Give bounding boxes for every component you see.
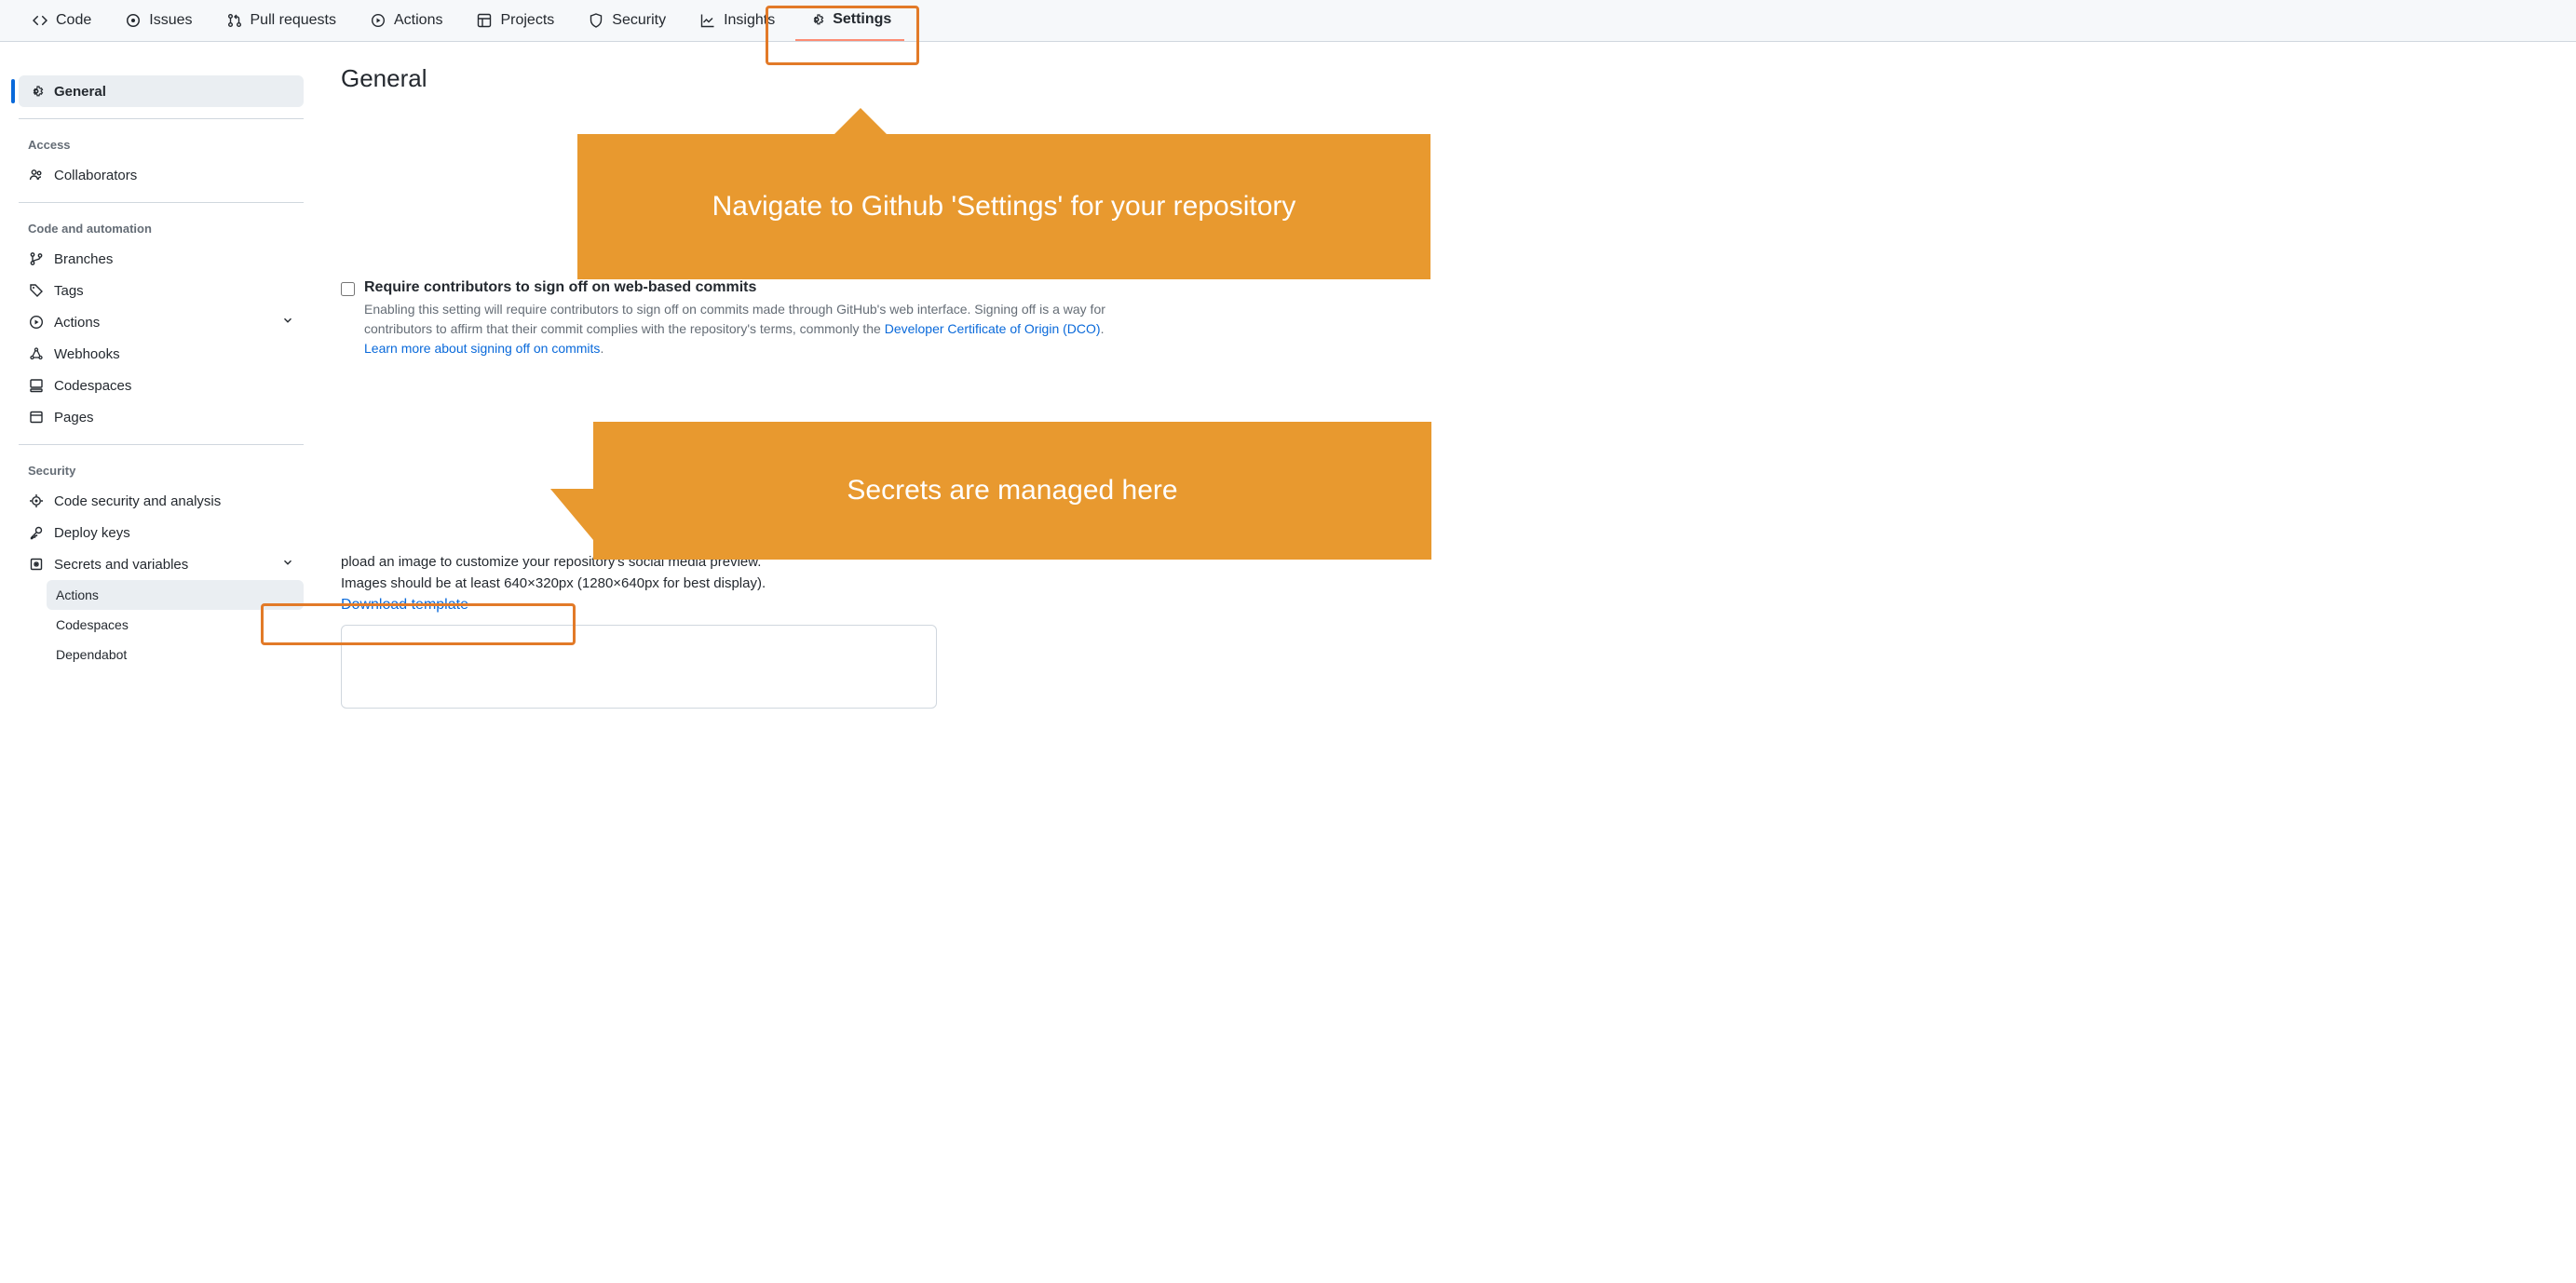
sidebar-item-webhooks[interactable]: Webhooks (19, 338, 304, 370)
tab-label: Pull requests (251, 12, 337, 29)
sidebar-item-label: Secrets and variables (54, 557, 188, 573)
tab-insights[interactable]: Insights (686, 0, 788, 41)
tab-code[interactable]: Code (19, 0, 104, 41)
gear-icon (28, 83, 45, 100)
tab-security[interactable]: Security (575, 0, 679, 41)
scan-icon (28, 493, 45, 509)
tab-label: Settings (833, 11, 891, 28)
pr-icon (226, 12, 243, 29)
social-preview-dims: Images should be at least 640×320px (128… (341, 575, 2557, 591)
sidebar-item-label: Codespaces (54, 378, 131, 394)
sidebar-item-deploy-keys[interactable]: Deploy keys (19, 517, 304, 548)
play-circle-icon (28, 314, 45, 331)
social-preview-upload[interactable] (341, 625, 937, 709)
repo-topnav: Code Issues Pull requests Actions Projec… (0, 0, 2576, 42)
download-template-link[interactable]: Download template (341, 597, 468, 613)
sidebar-item-label: Deploy keys (54, 525, 130, 541)
sidebar-item-general[interactable]: General (19, 75, 304, 107)
sidebar-item-collaborators[interactable]: Collaborators (19, 159, 304, 191)
tab-label: Insights (724, 12, 775, 29)
tab-issues[interactable]: Issues (112, 0, 205, 41)
sidebar-item-codespaces[interactable]: Codespaces (19, 370, 304, 401)
tab-label: Actions (394, 12, 442, 29)
issue-icon (125, 12, 142, 29)
graph-icon (699, 12, 716, 29)
sidebar-group-title: Security (19, 456, 304, 485)
tab-actions[interactable]: Actions (357, 0, 455, 41)
sidebar-item-label: Branches (54, 251, 113, 267)
secret-icon (28, 556, 45, 573)
signoff-learn-more-link[interactable]: Learn more about signing off on commits (364, 341, 600, 356)
sidebar-item-label: Webhooks (54, 346, 120, 362)
sidebar-item-tags[interactable]: Tags (19, 275, 304, 306)
play-icon (370, 12, 386, 29)
tab-pull-requests[interactable]: Pull requests (213, 0, 350, 41)
settings-sidebar: General Access Collaborators Code and au… (19, 64, 326, 709)
code-icon (32, 12, 48, 29)
sidebar-item-label: Dependabot (56, 647, 127, 662)
sidebar-item-code-security[interactable]: Code security and analysis (19, 485, 304, 517)
annotation-callout-settings: Navigate to Github 'Settings' for your r… (577, 134, 1430, 279)
tab-label: Issues (149, 12, 192, 29)
tab-label: Security (612, 12, 666, 29)
key-icon (28, 524, 45, 541)
sidebar-group-title: Access (19, 130, 304, 159)
sidebar-item-label: Code security and analysis (54, 493, 221, 509)
sidebar-item-label: Collaborators (54, 168, 137, 183)
people-icon (28, 167, 45, 183)
chevron-down-icon (281, 556, 294, 573)
sidebar-item-branches[interactable]: Branches (19, 243, 304, 275)
signoff-label: Require contributors to sign off on web-… (364, 279, 1137, 296)
shield-icon (588, 12, 604, 29)
dco-link[interactable]: Developer Certificate of Origin (DCO) (885, 321, 1101, 336)
codespace-icon (28, 377, 45, 394)
tab-label: Projects (500, 12, 554, 29)
sidebar-item-label: Actions (56, 587, 99, 602)
branch-icon (28, 250, 45, 267)
sidebar-item-label: Codespaces (56, 617, 129, 632)
sidebar-item-label: Pages (54, 410, 94, 425)
tab-settings[interactable]: Settings (795, 0, 904, 41)
signoff-checkbox[interactable] (341, 282, 355, 296)
tab-projects[interactable]: Projects (463, 0, 567, 41)
sidebar-item-pages[interactable]: Pages (19, 401, 304, 433)
sidebar-item-label: Actions (54, 315, 100, 331)
sidebar-item-label: General (54, 84, 106, 100)
sidebar-subitem-actions[interactable]: Actions (47, 580, 304, 610)
tab-label: Code (56, 12, 91, 29)
chevron-down-icon (281, 314, 294, 331)
tag-icon (28, 282, 45, 299)
sidebar-group-title: Code and automation (19, 214, 304, 243)
browser-icon (28, 409, 45, 425)
signoff-description: Enabling this setting will require contr… (364, 300, 1137, 358)
page-title: General (341, 64, 2557, 93)
sidebar-item-secrets[interactable]: Secrets and variables (19, 548, 304, 580)
annotation-callout-secrets: Secrets are managed here (593, 422, 1431, 560)
sidebar-subitem-codespaces[interactable]: Codespaces (47, 610, 304, 640)
gear-icon (808, 11, 825, 28)
sidebar-item-actions[interactable]: Actions (19, 306, 304, 338)
sidebar-subitem-dependabot[interactable]: Dependabot (47, 640, 304, 669)
webhook-icon (28, 345, 45, 362)
sidebar-item-label: Tags (54, 283, 84, 299)
table-icon (476, 12, 493, 29)
